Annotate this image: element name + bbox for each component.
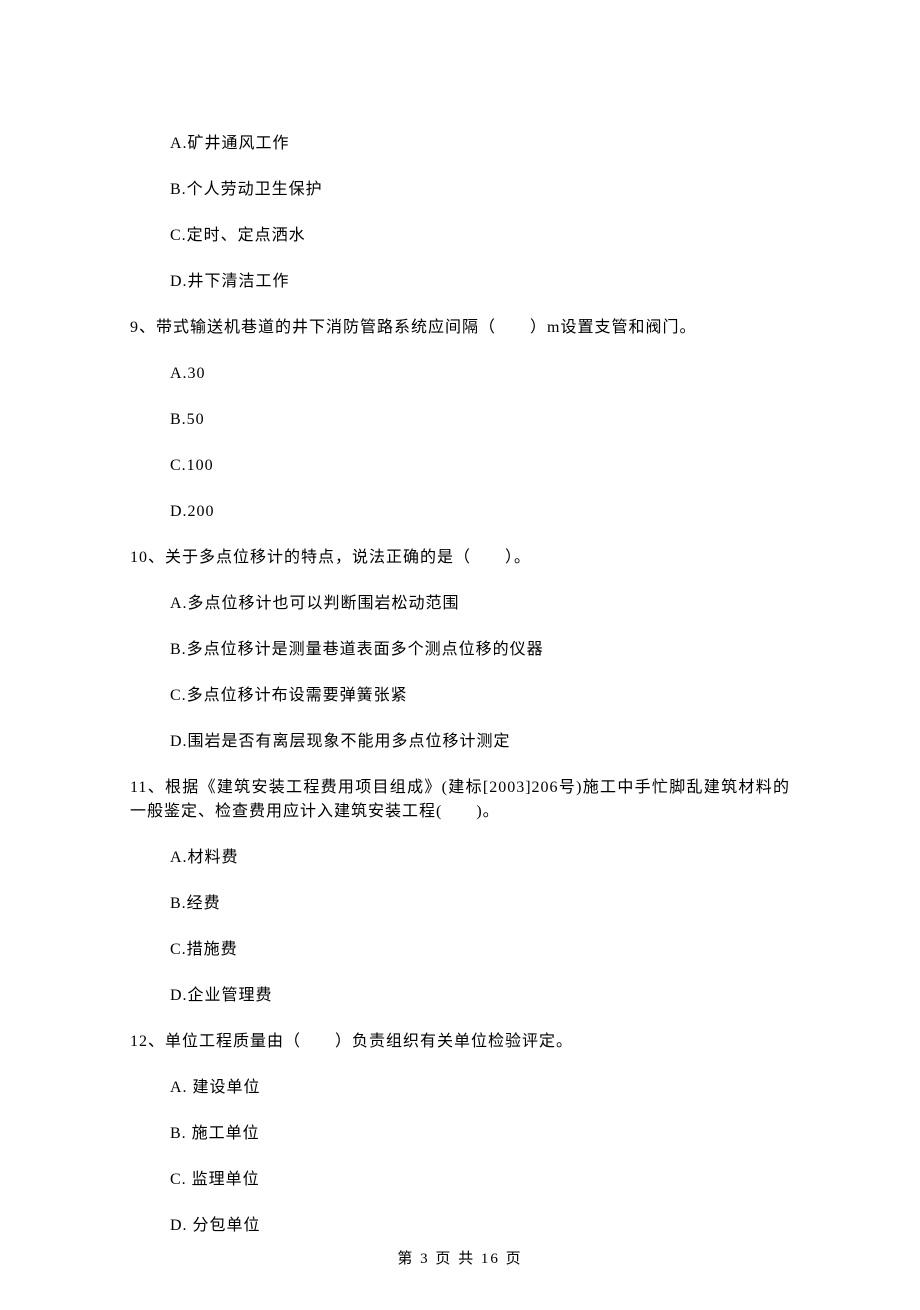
q11-option-d: D.企业管理费 — [170, 984, 790, 1008]
q9-option-d: D.200 — [170, 500, 790, 524]
q11-options: A.材料费 B.经费 C.措施费 D.企业管理费 — [130, 846, 790, 1008]
q12-stem: 12、单位工程质量由（ ）负责组织有关单位检验评定。 — [130, 1030, 790, 1054]
q11-option-a: A.材料费 — [170, 846, 790, 870]
q12-options: A. 建设单位 B. 施工单位 C. 监理单位 D. 分包单位 — [130, 1076, 790, 1238]
q9-stem: 9、带式输送机巷道的井下消防管路系统应间隔（ ）m设置支管和阀门。 — [130, 316, 790, 340]
q10-option-b: B.多点位移计是测量巷道表面多个测点位移的仪器 — [170, 638, 790, 662]
q10-options: A.多点位移计也可以判断围岩松动范围 B.多点位移计是测量巷道表面多个测点位移的… — [130, 592, 790, 754]
q11-option-b: B.经费 — [170, 892, 790, 916]
q9-options: A.30 B.50 C.100 D.200 — [130, 362, 790, 524]
q10-stem: 10、关于多点位移计的特点，说法正确的是（ ）。 — [130, 546, 790, 570]
page-footer: 第 3 页 共 16 页 — [0, 1248, 920, 1271]
q12-option-b: B. 施工单位 — [170, 1122, 790, 1146]
q9-option-b: B.50 — [170, 408, 790, 432]
q8-option-b: B.个人劳动卫生保护 — [170, 178, 790, 202]
q10-option-d: D.围岩是否有离层现象不能用多点位移计测定 — [170, 730, 790, 754]
q8-option-d: D.井下清洁工作 — [170, 270, 790, 294]
q8-options: A.矿井通风工作 B.个人劳动卫生保护 C.定时、定点洒水 D.井下清洁工作 — [130, 132, 790, 294]
q10-option-c: C.多点位移计布设需要弹簧张紧 — [170, 684, 790, 708]
q10-option-a: A.多点位移计也可以判断围岩松动范围 — [170, 592, 790, 616]
q11-stem: 11、根据《建筑安装工程费用项目组成》(建标[2003]206号)施工中手忙脚乱… — [130, 776, 790, 824]
q11-option-c: C.措施费 — [170, 938, 790, 962]
document-page: A.矿井通风工作 B.个人劳动卫生保护 C.定时、定点洒水 D.井下清洁工作 9… — [0, 0, 920, 1310]
q9-option-c: C.100 — [170, 454, 790, 478]
q12-option-d: D. 分包单位 — [170, 1214, 790, 1238]
q9-option-a: A.30 — [170, 362, 790, 386]
q12-option-c: C. 监理单位 — [170, 1168, 790, 1192]
q8-option-a: A.矿井通风工作 — [170, 132, 790, 156]
q8-option-c: C.定时、定点洒水 — [170, 224, 790, 248]
q12-option-a: A. 建设单位 — [170, 1076, 790, 1100]
